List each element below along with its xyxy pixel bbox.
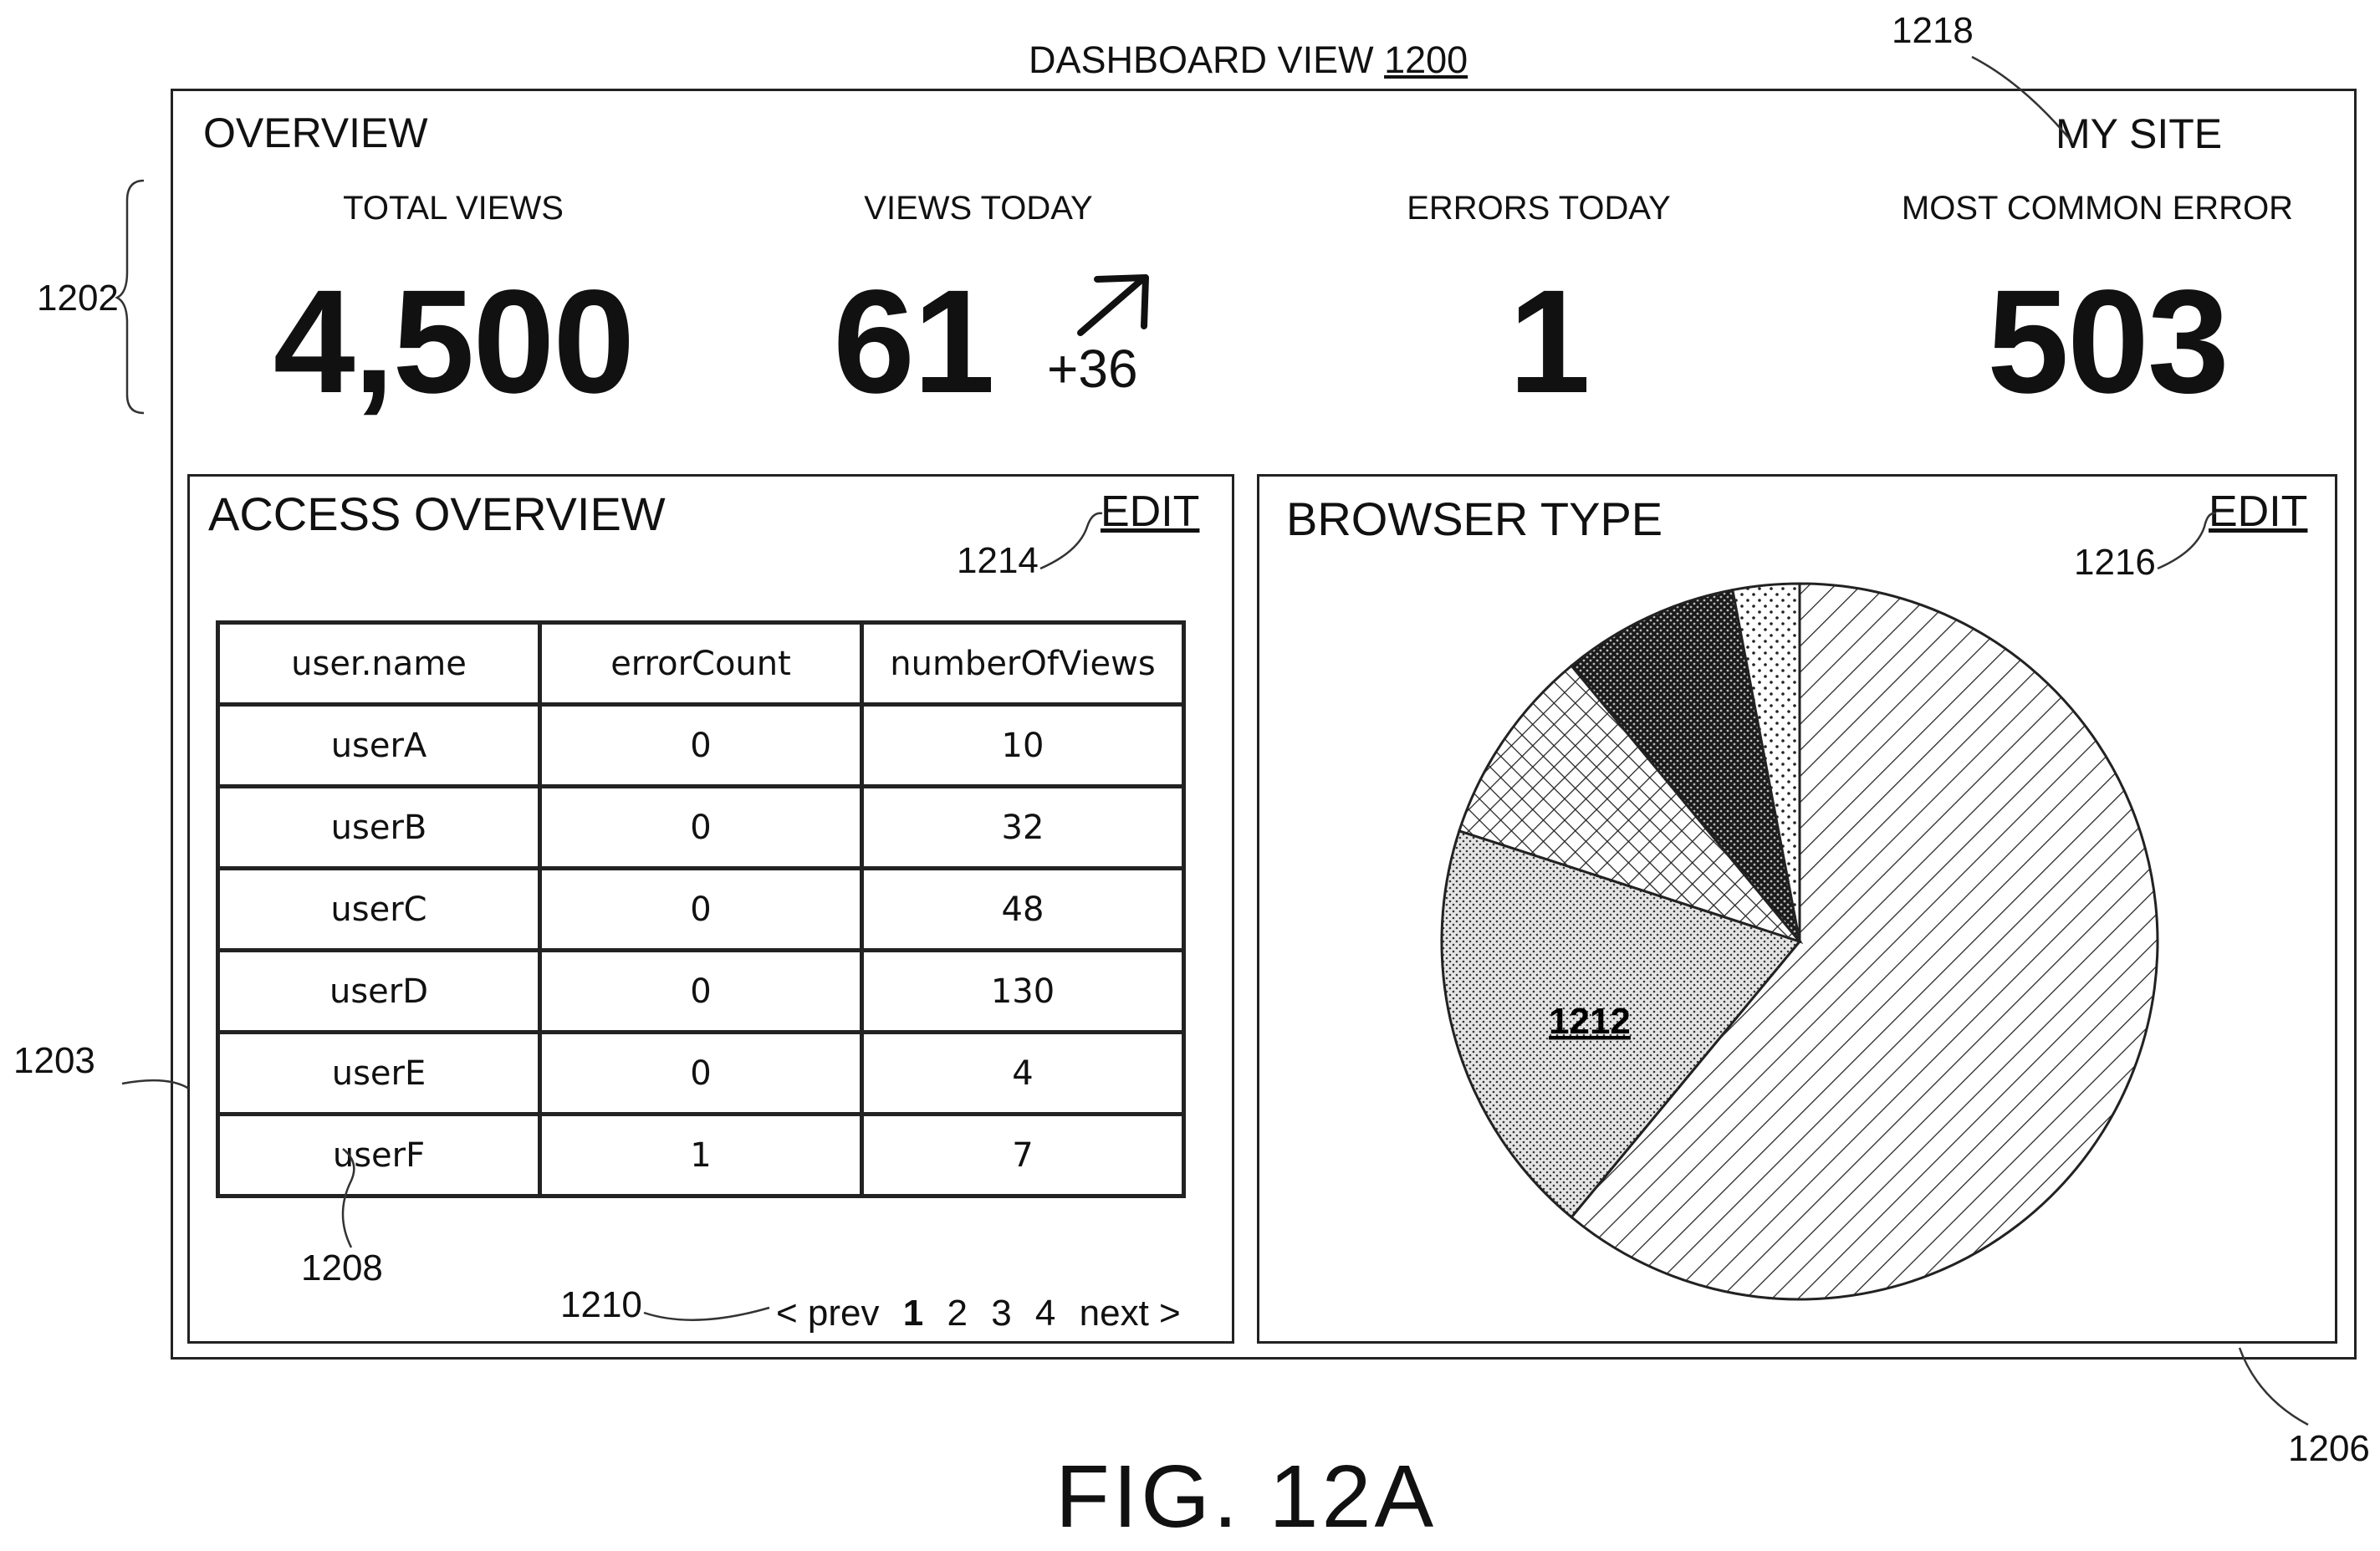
leader-line-1206 (2240, 1348, 2308, 1425)
pie-slice-ref-1212: 1212 (1549, 1001, 1631, 1042)
leader-line-1214 (1040, 513, 1102, 569)
leader-line-1203 (122, 1080, 189, 1089)
leader-line-1218 (1972, 57, 2072, 142)
up-right-arrow-icon (1080, 278, 1146, 333)
leader-line-1216 (2158, 513, 2216, 569)
leader-line-1208 (343, 1149, 354, 1247)
bracket-1202 (117, 181, 144, 413)
leader-line-1210 (644, 1308, 769, 1320)
browser-type-pie-chart (1442, 584, 2158, 1299)
drawing-layer: 1212 (0, 0, 2380, 1551)
